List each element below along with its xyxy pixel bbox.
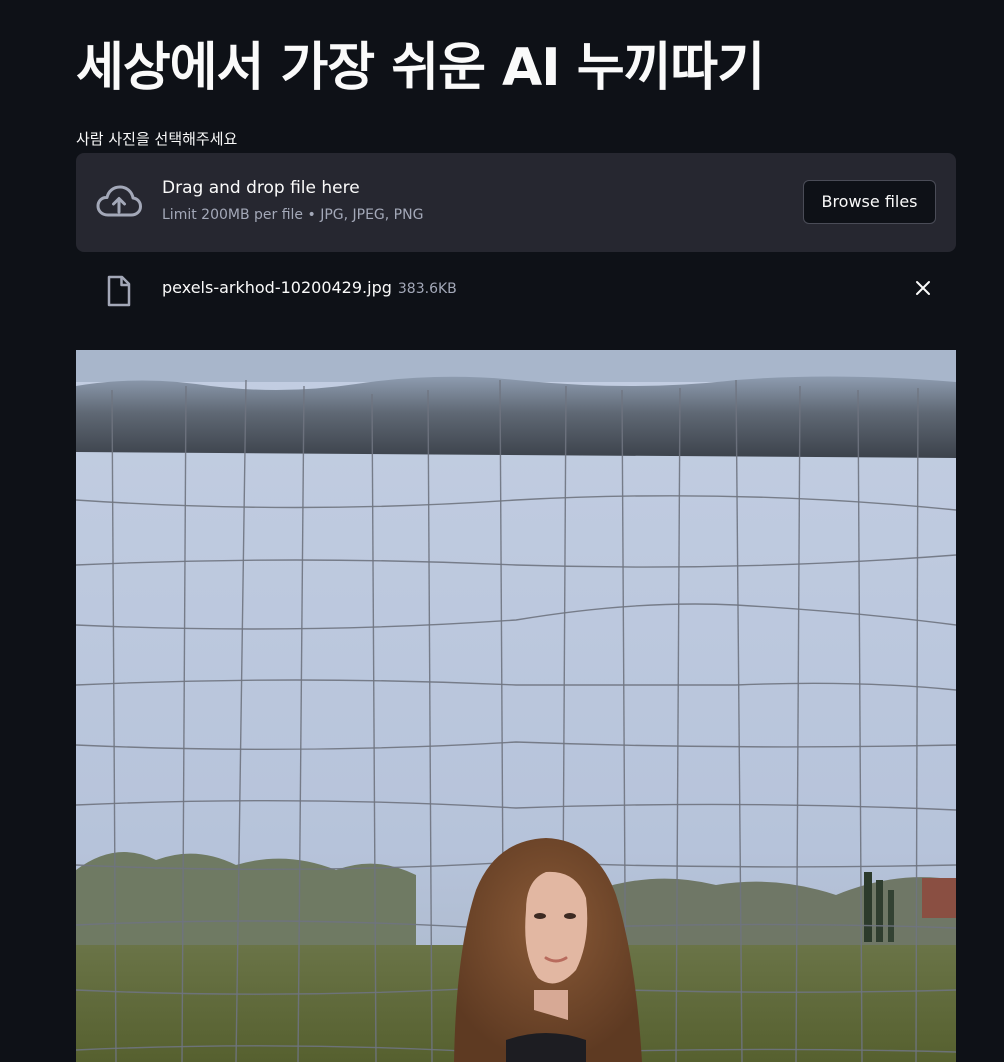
uploaded-file-row: pexels-arkhod-10200429.jpg 383.6KB xyxy=(76,252,956,324)
preview-photo xyxy=(76,350,956,1062)
page-title: 세상에서 가장 쉬운 AI 누끼따기 xyxy=(76,38,765,98)
app-page: 세상에서 가장 쉬운 AI 누끼따기 사람 사진을 선택해주세요 Drag an… xyxy=(0,0,1004,1062)
file-dropzone[interactable]: Drag and drop file here Limit 200MB per … xyxy=(76,153,956,252)
dropzone-instructions: Drag and drop file here xyxy=(162,178,360,198)
uploader-label: 사람 사진을 선택해주세요 xyxy=(76,130,238,148)
main-content: 세상에서 가장 쉬운 AI 누끼따기 사람 사진을 선택해주세요 Drag an… xyxy=(76,0,956,1062)
close-icon[interactable] xyxy=(912,277,934,299)
browse-files-button[interactable]: Browse files xyxy=(803,180,936,224)
cloud-upload-icon xyxy=(96,185,142,217)
file-name-wrap: pexels-arkhod-10200429.jpg 383.6KB xyxy=(162,277,457,300)
dropzone-limit: Limit 200MB per file • JPG, JPEG, PNG xyxy=(162,207,424,223)
dropzone-text: Drag and drop file here Limit 200MB per … xyxy=(162,175,423,225)
file-name: pexels-arkhod-10200429.jpg xyxy=(162,278,392,297)
file-size: 383.6KB xyxy=(397,281,457,297)
file-icon xyxy=(107,275,131,307)
uploaded-image-preview xyxy=(76,350,956,1062)
